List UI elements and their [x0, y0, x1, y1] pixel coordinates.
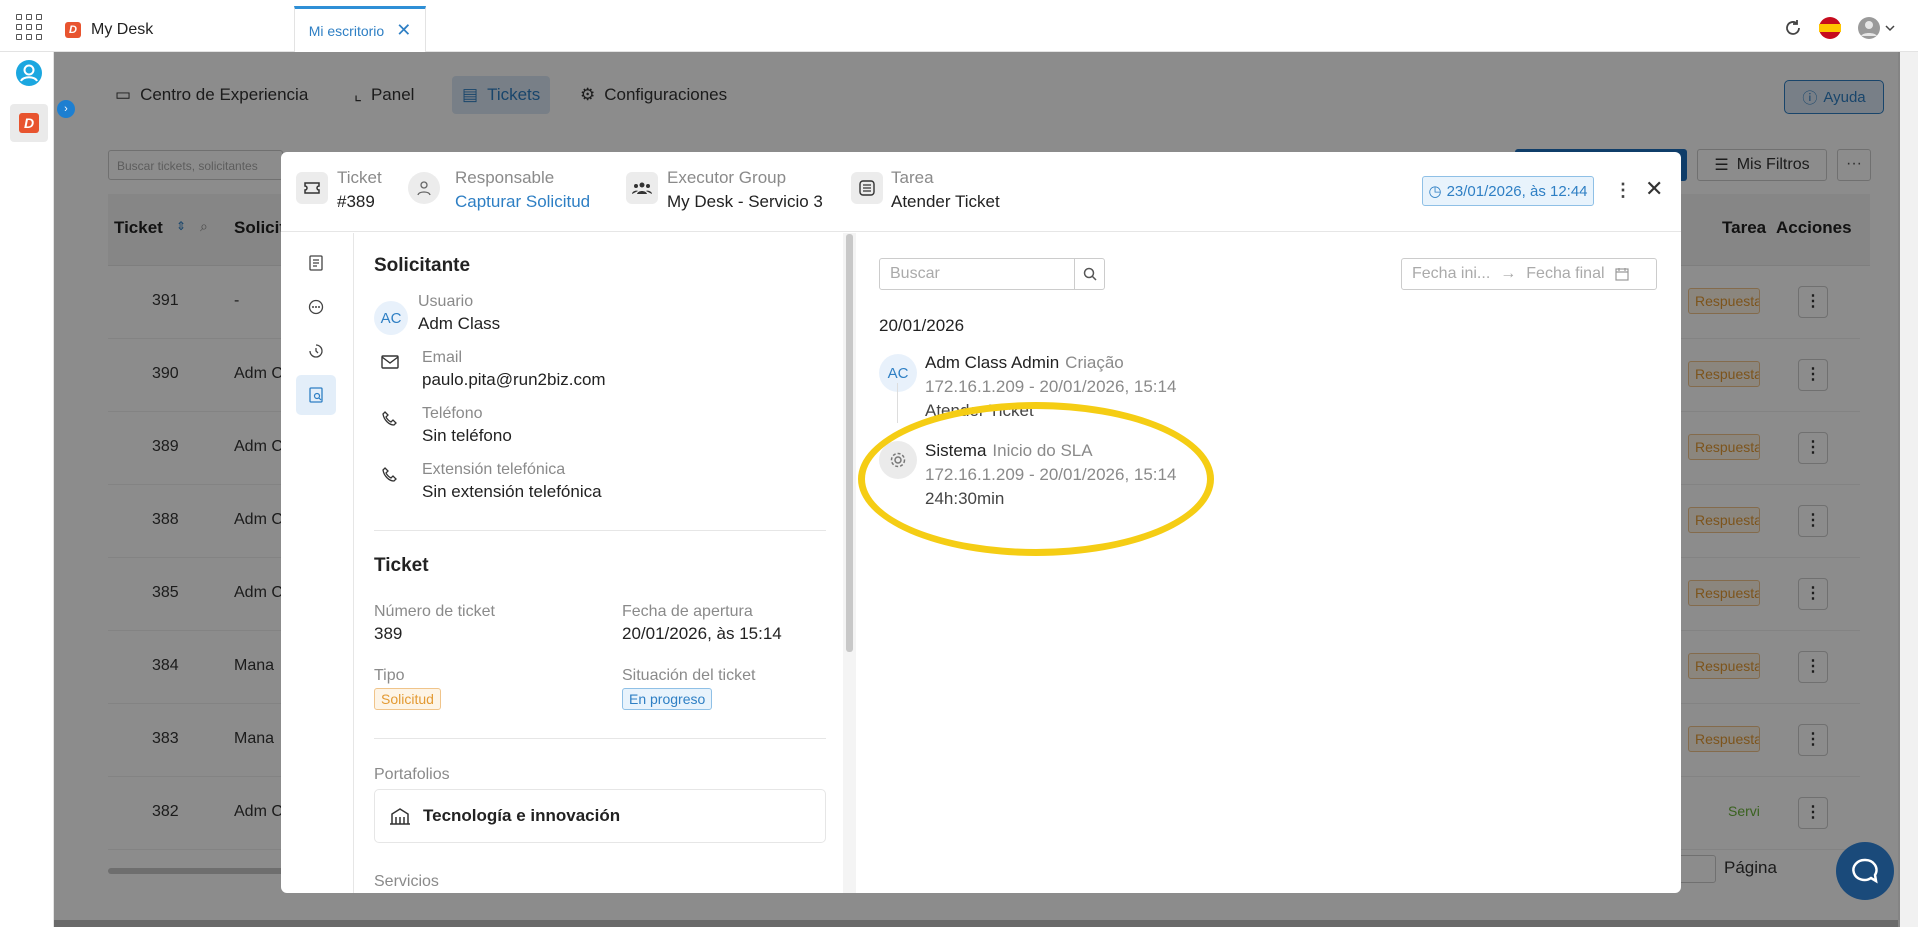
close-tab-icon[interactable]: ✕: [396, 20, 411, 41]
responsible-label: Responsable: [455, 168, 555, 187]
mail-icon: [381, 355, 399, 374]
portfolio-label: Portafolios: [374, 766, 450, 783]
mydesk-logo-icon: D: [65, 22, 81, 38]
close-modal-icon[interactable]: ✕: [1645, 176, 1663, 202]
phone-icon: [382, 411, 398, 432]
left-panel-scrollbar[interactable]: [846, 234, 853, 652]
requester-panel: Solicitante AC Usuario Adm Class Email p…: [355, 233, 855, 893]
email-label: Email: [422, 349, 463, 366]
avatar-icon: [1858, 17, 1880, 39]
tab-my-desk[interactable]: D My Desk: [55, 8, 295, 52]
task-value: Atender Ticket: [891, 192, 1000, 211]
phone-value: Sin teléfono: [422, 426, 512, 445]
group-icon: [626, 172, 658, 204]
executor-group-value: My Desk - Servicio 3: [667, 192, 823, 211]
arrow-right-icon: →: [1500, 265, 1517, 282]
apps-grid-icon[interactable]: [14, 12, 42, 40]
user-value: Adm Class: [418, 314, 501, 333]
chat-button[interactable]: [1836, 842, 1894, 900]
open-date-value: 20/01/2026, às 15:14: [622, 624, 782, 643]
left-sidebar: [0, 52, 54, 927]
calendar-icon: [1614, 268, 1629, 281]
modal-header: Ticket #389 Responsable Capturar Solicit…: [281, 152, 1681, 232]
highlight-ellipse: [858, 402, 1214, 556]
event-title: Adm Class Admin Criação: [925, 353, 1124, 372]
mydesk-app-icon[interactable]: D: [10, 104, 48, 142]
extension-label: Extensión telefónica: [422, 461, 566, 478]
timeline-icon[interactable]: [296, 375, 336, 415]
ticket-icon: [296, 172, 328, 204]
timeline-connector: [897, 383, 898, 423]
timeline-panel: Buscar Fecha ini... → Fecha final 20/01/…: [857, 233, 1681, 893]
chat-bubble-icon[interactable]: [296, 287, 336, 327]
divider: [374, 530, 826, 531]
ticket-label: Ticket: [337, 168, 382, 187]
event-meta: 172.16.1.209 - 20/01/2026, 15:14: [925, 377, 1177, 396]
ticket-number-label: Número de ticket: [374, 603, 495, 620]
user-initials-avatar: AC: [374, 301, 408, 335]
extension-value: Sin extensión telefónica: [422, 482, 602, 501]
spain-flag-icon[interactable]: [1818, 16, 1842, 40]
modal-side-rail: [281, 233, 354, 893]
tab-mi-escritorio[interactable]: Mi escritorio ✕: [294, 6, 426, 52]
history-icon[interactable]: [296, 331, 336, 371]
ticket-number: #389: [337, 192, 375, 211]
page-scrollbar[interactable]: [1898, 52, 1918, 927]
user-icon[interactable]: [16, 60, 42, 86]
open-date-label: Fecha de apertura: [622, 603, 753, 620]
email-value: paulo.pita@run2biz.com: [422, 370, 606, 389]
tab-my-desk-label: My Desk: [91, 21, 154, 38]
extension-phone-icon: [382, 467, 398, 488]
sla-date-badge: ◷ 23/01/2026, às 12:44: [1422, 176, 1594, 206]
date-range-picker[interactable]: Fecha ini... → Fecha final: [1401, 258, 1657, 290]
building-icon: [390, 808, 410, 825]
tab-mi-escritorio-label: Mi escritorio: [308, 22, 385, 39]
task-list-icon: [851, 172, 883, 204]
timeline-date-group: 20/01/2026: [879, 316, 965, 335]
chevron-down-icon: [1885, 25, 1895, 32]
event-avatar: AC: [879, 354, 917, 392]
executor-group-label: Executor Group: [667, 168, 787, 187]
type-badge: Solicitud: [374, 688, 441, 710]
date-end-input[interactable]: Fecha final: [1526, 265, 1604, 283]
portfolio-card[interactable]: Tecnología e innovación: [374, 789, 826, 843]
refresh-icon[interactable]: [1781, 16, 1805, 40]
phone-label: Teléfono: [422, 405, 483, 422]
search-icon[interactable]: [1074, 259, 1104, 289]
kebab-menu-icon[interactable]: ⋮: [1614, 180, 1632, 201]
divider: [374, 738, 826, 739]
bottom-edge: [54, 920, 1898, 927]
solicitante-title: Solicitante: [374, 255, 471, 276]
user-avatar-menu[interactable]: [1856, 16, 1896, 40]
user-label: Usuario: [418, 293, 474, 310]
clock-icon: ◷: [1428, 183, 1442, 200]
person-icon: [408, 172, 440, 204]
chat-icon: [1852, 858, 1878, 884]
ticket-number-value: 389: [374, 624, 403, 643]
status-badge: En progreso: [622, 688, 713, 710]
expand-sidebar-icon[interactable]: ›: [57, 100, 75, 118]
ticket-section-title: Ticket: [374, 555, 429, 576]
task-label: Tarea: [891, 168, 934, 187]
timeline-search[interactable]: Buscar: [879, 258, 1105, 290]
timeline-search-input[interactable]: Buscar: [880, 259, 1074, 289]
responsible-link[interactable]: Capturar Solicitud: [455, 192, 590, 212]
top-bar: D My Desk Mi escritorio ✕: [0, 0, 1918, 52]
services-label: Servicios: [374, 873, 439, 890]
status-label: Situación del ticket: [622, 667, 756, 684]
type-label: Tipo: [374, 667, 405, 684]
details-icon[interactable]: [296, 243, 336, 283]
date-start-input[interactable]: Fecha ini...: [1412, 265, 1490, 283]
